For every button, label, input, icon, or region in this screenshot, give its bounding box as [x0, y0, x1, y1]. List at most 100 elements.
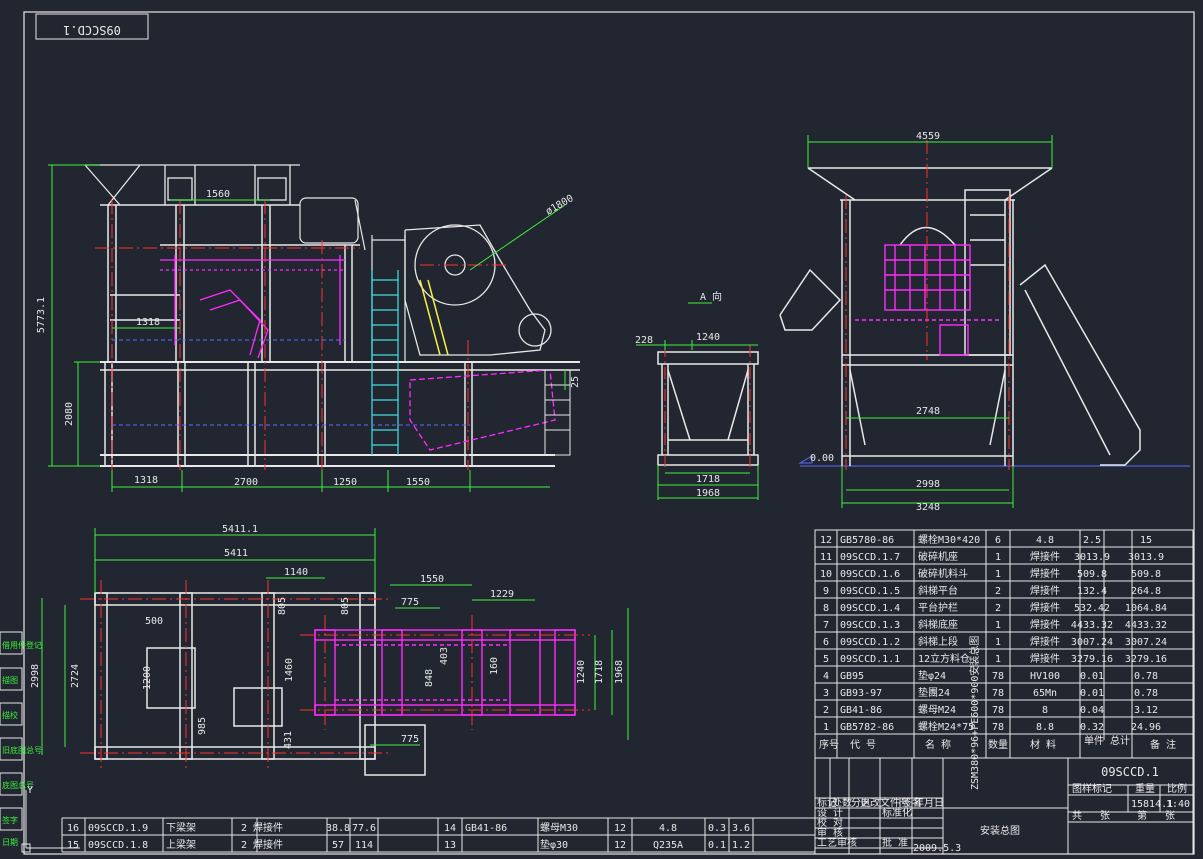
dim-775b: 775: [401, 734, 419, 745]
dim-1718-plan: 1718: [594, 660, 605, 684]
bom-header-6: 备 注: [1150, 738, 1176, 751]
dim-1800: ø1800: [544, 193, 576, 218]
bom-cell-r5-c3: 1: [995, 620, 1001, 631]
bom-cell-r7-c3: 1: [995, 654, 1001, 665]
bottom-right-cell-r0-c3: 12: [614, 823, 626, 834]
bom-cell-r11-c2: 螺栓M24*75: [918, 720, 974, 733]
dim-431: 431: [283, 731, 294, 749]
bom-cell-r3-c2: 斜梯平台: [918, 584, 958, 597]
bom-cell-r3-c6: 264.8: [1131, 586, 1161, 597]
bom-cell-r5-c6: 4433.32: [1125, 620, 1167, 631]
dim-848: 848: [424, 669, 435, 687]
side-tab-0: 借用件登记: [2, 640, 42, 650]
bom-cell-r4-c0: 8: [823, 603, 829, 614]
view-a-label: A 向: [700, 290, 722, 303]
bottom-left-cell-r1-c0: 15: [67, 840, 79, 851]
bom-cell-r5-c5: 4433.32: [1071, 620, 1113, 631]
dim-1229: 1229: [490, 589, 514, 600]
bottom-left-cell-r0-c1: 09SCCD.1.9: [88, 823, 148, 834]
dim-1240-plan: 1240: [576, 660, 587, 684]
bom-cell-r10-c4: 8: [1042, 705, 1048, 716]
bom-rows: 12 GB5780-86 螺栓M30*420 6 4.8 2.5 1511 09SCCD.1.…: [820, 533, 1167, 733]
dim-1460: 1460: [284, 658, 295, 682]
dim-1550-plan: 1550: [420, 574, 444, 585]
dim-5411-1: 5411.1: [222, 524, 258, 535]
bom-cell-r1-c1: 09SCCD.1.7: [840, 552, 900, 563]
bottom-left-cell-r0-c3: 2: [241, 823, 247, 834]
bom-cell-r1-c2: 破碎机座: [918, 550, 958, 563]
bottom-left-cell-r1-c2: 上梁架: [166, 838, 196, 851]
bom-cell-r3-c0: 9: [823, 586, 829, 597]
bom-cell-r0-c3: 6: [995, 535, 1001, 546]
dim-2700: 2700: [234, 477, 258, 488]
bom-header-0: 序号: [819, 738, 839, 751]
dim-775: 775: [401, 597, 419, 608]
bom-cell-r7-c2: 12立方料仓: [918, 652, 970, 665]
elev-000: 0.00: [810, 453, 834, 464]
bottom-left-cell-r1-c1: 09SCCD.1.8: [88, 840, 148, 851]
bom-cell-r3-c5: 132.4: [1077, 586, 1107, 597]
bom-cell-r8-c5: 0.01: [1080, 671, 1104, 682]
ucs-y-label: Y: [27, 785, 33, 796]
bom-cell-r9-c1: GB93-97: [840, 688, 882, 699]
bom-cell-r4-c1: 09SCCD.1.4: [840, 603, 900, 614]
bottom-left-cell-r0-c5: 38.8: [326, 823, 350, 834]
dim-1250: 1250: [333, 477, 357, 488]
bom-cell-r9-c5: 0.01: [1080, 688, 1104, 699]
bom-cell-r10-c2: 螺母M24: [918, 704, 956, 716]
bottom-right-cell-r1-c6: 1.2: [732, 840, 750, 851]
bom-cell-r10-c6: 3.12: [1134, 705, 1158, 716]
side-tab-1: 描图: [2, 675, 18, 685]
bom-cell-r1-c5: 3013.9: [1074, 552, 1110, 563]
bom-cell-r8-c4: HV100: [1030, 671, 1060, 682]
dim-805a: 805: [277, 597, 288, 615]
bom-cell-r8-c6: 0.78: [1134, 671, 1158, 682]
dim-3248: 3248: [916, 502, 940, 513]
bom-cell-r6-c3: 1: [995, 637, 1001, 648]
drawing-date: 2009.5.3: [913, 843, 961, 854]
dim-2748: 2748: [916, 406, 940, 417]
side-dims: [807, 135, 1053, 508]
dim-805b: 805: [340, 597, 351, 615]
dim-2998-plan: 2998: [30, 664, 41, 688]
bom-cell-r9-c0: 3: [823, 688, 829, 699]
dim-228: 228: [635, 335, 653, 346]
dim-2724: 2724: [70, 664, 81, 688]
bom-cell-r2-c3: 1: [995, 569, 1001, 580]
bom-cell-r0-c6: 15: [1140, 535, 1152, 546]
bom-header-5: 单件 总计: [1084, 734, 1130, 747]
bom-cell-r9-c3: 78: [992, 688, 1004, 699]
bom-cell-r8-c0: 4: [823, 671, 829, 682]
dim-160: 160: [489, 657, 500, 675]
bottom-left-cell-r1-c3: 2: [241, 840, 247, 851]
bom-header-1: 代 号: [850, 739, 876, 751]
bottom-left-cell-r1-c4: 焊接件: [253, 838, 283, 851]
bom-cell-r2-c2: 破碎机料斗: [918, 567, 968, 580]
bom-cell-r6-c1: 09SCCD.1.2: [840, 637, 900, 648]
bom-cell-r1-c3: 1: [995, 552, 1001, 563]
bom-cell-r11-c1: GB5782-86: [840, 722, 894, 733]
sheet-0: 共: [1072, 810, 1082, 822]
bottom-right-cell-r1-c3: 12: [614, 840, 626, 851]
bom-cell-r4-c2: 平台护栏: [918, 601, 958, 614]
dim-5773: 5773.1: [36, 297, 47, 333]
bom-cell-r8-c3: 78: [992, 671, 1004, 682]
bom-cell-r3-c1: 09SCCD.1.5: [840, 586, 900, 597]
bom-header: 序号 代 号 名 称 数量 材 料 单件 总计 备 注: [819, 734, 1176, 751]
sign-col-4: 年月日: [914, 796, 944, 809]
dim-2080: 2080: [64, 402, 75, 426]
bom-header-4: 材 料: [1030, 738, 1056, 751]
dim-1200: 1200: [142, 666, 153, 690]
dim-1240-a: 1240: [696, 332, 720, 343]
bottom-left-cell-r0-c6: 77.6: [352, 823, 376, 834]
drawing-scale: 1:40: [1166, 799, 1190, 810]
bottom-left-cell-r1-c6: 114: [355, 840, 373, 851]
bottom-right-cell-r0-c4: 4.8: [659, 823, 677, 834]
dim-2998: 2998: [916, 479, 940, 490]
bom-cell-r4-c3: 2: [995, 603, 1001, 614]
drawing-title-vertical: ZSM380*96+PE600*900安装总图: [968, 636, 981, 790]
bom-cell-r4-c4: 焊接件: [1030, 601, 1060, 614]
bom-cell-r4-c6: 1064.84: [1125, 603, 1167, 614]
stage-hdr-2: 比例: [1167, 782, 1187, 795]
dim-1550: 1550: [406, 477, 430, 488]
